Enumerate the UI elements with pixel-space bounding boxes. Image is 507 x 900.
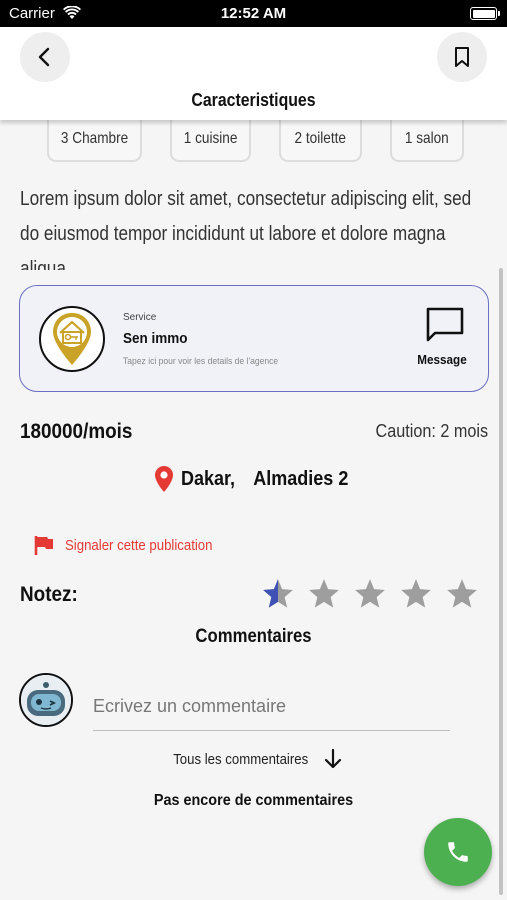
location: Dakar, Almadies 2 (0, 465, 507, 493)
agency-name: Sen immo (123, 330, 188, 347)
app-header: Caracteristiques (0, 27, 507, 120)
star-icon[interactable] (399, 577, 433, 611)
feature-chip-bedrooms: 3 Chambre (47, 118, 142, 162)
report-button[interactable]: Signaler cette publication (33, 534, 233, 556)
agency-card[interactable]: Service Sen immo Tapez ici pour voir les… (19, 285, 489, 392)
avatar (19, 673, 73, 727)
all-comments-label: Tous les commentaires (173, 750, 308, 768)
caution: Caution: 2 mois (375, 421, 488, 441)
star-icon[interactable] (261, 577, 295, 611)
star-icon[interactable] (307, 577, 341, 611)
feature-chips: 3 Chambre 1 cuisine 2 toilette 1 salon (47, 118, 464, 162)
robot-avatar-icon (21, 675, 71, 725)
scrollbar[interactable] (499, 268, 503, 895)
price: 180000/mois (20, 420, 133, 443)
status-time: 12:52 AM (220, 5, 287, 22)
status-bar: Carrier 12:52 AM (0, 0, 507, 27)
comments-title: Commentaires (195, 626, 312, 647)
message-button[interactable]: Message (417, 306, 470, 376)
report-label: Signaler cette publication (65, 536, 213, 554)
flag-icon (34, 536, 53, 555)
location-pin-icon (154, 466, 173, 492)
agency-hint: Tapez ici pour voir les details de l'age… (123, 356, 279, 367)
back-button[interactable] (20, 32, 70, 82)
page-title: Caracteristiques (191, 90, 316, 110)
house-key-logo-icon (53, 313, 91, 365)
star-icon[interactable] (353, 577, 387, 611)
bookmark-icon (455, 47, 469, 67)
description-text: Lorem ipsum dolor sit amet, consectetur … (20, 188, 472, 270)
message-label: Message (417, 352, 467, 367)
bookmark-button[interactable] (437, 32, 487, 82)
battery-icon (470, 7, 500, 20)
arrow-down-icon (325, 748, 342, 769)
message-icon (426, 307, 464, 342)
feature-chip-kitchen: 1 cuisine (170, 118, 251, 162)
location-city: Dakar, (180, 467, 235, 490)
rating-stars (261, 577, 479, 611)
phone-icon (448, 842, 468, 862)
all-comments-button[interactable]: Tous les commentaires (0, 748, 507, 770)
call-button[interactable] (424, 818, 492, 886)
location-district: Almadies 2 (252, 467, 349, 490)
agency-service-label: Service (123, 312, 157, 323)
agency-logo (39, 306, 105, 372)
feature-chip-toilet: 2 toilette (279, 118, 362, 162)
comment-input[interactable] (93, 683, 450, 731)
no-comments-text: Pas encore de commentaires (153, 792, 354, 809)
star-icon[interactable] (445, 577, 479, 611)
rating-label: Notez: (20, 583, 78, 606)
back-icon (38, 47, 50, 67)
feature-chip-living-room: 1 salon (390, 118, 464, 162)
